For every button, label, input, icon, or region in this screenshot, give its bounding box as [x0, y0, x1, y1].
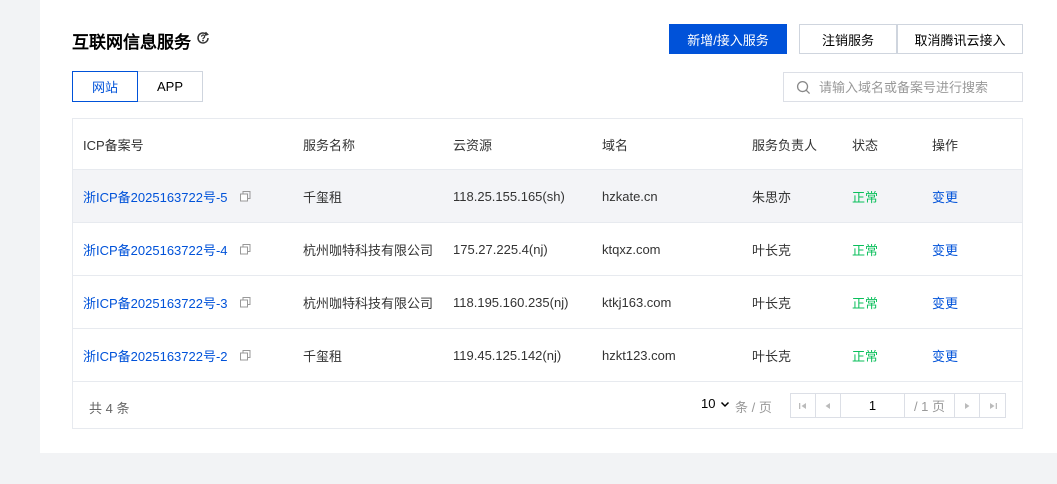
main-card: 互联网信息服务 新增/接入服务 注销服务 取消腾讯云接入 网站 APP ICP备…	[40, 0, 1057, 453]
service-name: 杭州咖特科技有限公司	[303, 242, 434, 258]
table-row: 浙ICP备2025163722号-2 千玺租 119.45.125.142(nj…	[73, 329, 1022, 382]
next-page-icon	[965, 402, 970, 409]
service-name: 千玺租	[303, 189, 343, 205]
page-size-select[interactable]: 10	[701, 396, 731, 411]
cloud-resource: 175.27.225.4(nj)	[453, 241, 548, 257]
cancel-service-button[interactable]: 注销服务	[799, 24, 897, 54]
first-page-icon	[799, 402, 806, 409]
total-count: 共 4 条	[89, 401, 130, 416]
owner: 叶长克	[752, 295, 792, 311]
change-link[interactable]: 变更	[932, 329, 958, 381]
icp-link[interactable]: 浙ICP备2025163722号-3	[83, 276, 228, 328]
domain: hzkt123.com	[602, 347, 676, 363]
table-row: 浙ICP备2025163722号-3 杭州咖特科技有限公司 118.195.16…	[73, 276, 1022, 329]
col-action: 操作	[932, 137, 959, 153]
tab-app[interactable]: APP	[137, 71, 203, 102]
col-resource: 云资源	[453, 137, 493, 153]
table-footer: 共 4 条 10 条 / 页 / 1 页	[73, 382, 1022, 428]
col-status: 状态	[852, 137, 879, 153]
cloud-resource: 118.25.155.165(sh)	[453, 188, 565, 204]
search-box	[783, 72, 1023, 102]
table-row: 浙ICP备2025163722号-5 千玺租 118.25.155.165(sh…	[73, 170, 1022, 223]
col-domain: 域名	[602, 137, 629, 153]
change-link[interactable]: 变更	[932, 170, 958, 222]
copy-icon[interactable]	[240, 244, 251, 255]
prev-page-button[interactable]	[816, 394, 841, 417]
page-input[interactable]	[841, 394, 905, 417]
status-badge: 正常	[852, 295, 879, 311]
help-refresh-icon[interactable]	[195, 30, 211, 46]
copy-icon[interactable]	[240, 191, 251, 202]
cloud-resource: 118.195.160.235(nj)	[453, 294, 569, 310]
first-page-button[interactable]	[791, 394, 816, 417]
icp-link[interactable]: 浙ICP备2025163722号-4	[83, 223, 228, 275]
copy-icon[interactable]	[240, 297, 251, 308]
icp-link[interactable]: 浙ICP备2025163722号-5	[83, 170, 228, 222]
pager: / 1 页	[790, 393, 1006, 418]
table-header: ICP备案号 服务名称 云资源 域名 服务负责人 状态 操作	[73, 119, 1022, 170]
status-badge: 正常	[852, 189, 879, 205]
change-link[interactable]: 变更	[932, 223, 958, 275]
search-input[interactable]	[819, 79, 1009, 95]
last-page-button[interactable]	[980, 394, 1005, 417]
owner: 叶长克	[752, 242, 792, 258]
chevron-down-icon	[721, 401, 730, 407]
cloud-resource: 119.45.125.142(nj)	[453, 347, 562, 363]
domain: ktqxz.com	[602, 241, 661, 257]
col-owner: 服务负责人	[752, 137, 818, 153]
change-link[interactable]: 变更	[932, 276, 958, 328]
per-page-label: 条 / 页	[735, 400, 772, 415]
prev-page-icon	[825, 402, 830, 409]
domain: hzkate.cn	[602, 188, 658, 204]
add-service-button[interactable]: 新增/接入服务	[669, 24, 787, 54]
table-row: 浙ICP备2025163722号-4 杭州咖特科技有限公司 175.27.225…	[73, 223, 1022, 276]
page-title: 互联网信息服务	[72, 33, 191, 52]
next-page-button[interactable]	[955, 394, 980, 417]
tab-website[interactable]: 网站	[72, 71, 138, 102]
col-icp: ICP备案号	[83, 137, 144, 153]
service-table: ICP备案号 服务名称 云资源 域名 服务负责人 状态 操作 浙ICP备2025…	[72, 118, 1023, 429]
last-page-icon	[989, 402, 997, 409]
search-icon	[796, 80, 811, 94]
cancel-access-button[interactable]: 取消腾讯云接入	[897, 24, 1023, 54]
owner: 叶长克	[752, 348, 792, 364]
status-badge: 正常	[852, 242, 879, 258]
service-name: 杭州咖特科技有限公司	[303, 295, 434, 311]
page-size-value: 10	[701, 396, 716, 411]
status-badge: 正常	[852, 348, 879, 364]
tab-bar: 网站 APP	[72, 71, 203, 102]
col-service: 服务名称	[303, 137, 356, 153]
domain: ktkj163.com	[602, 294, 672, 310]
copy-icon[interactable]	[240, 350, 251, 361]
service-name: 千玺租	[303, 348, 343, 364]
icp-link[interactable]: 浙ICP备2025163722号-2	[83, 329, 228, 381]
owner: 朱思亦	[752, 189, 792, 205]
total-pages: / 1 页	[905, 394, 955, 417]
